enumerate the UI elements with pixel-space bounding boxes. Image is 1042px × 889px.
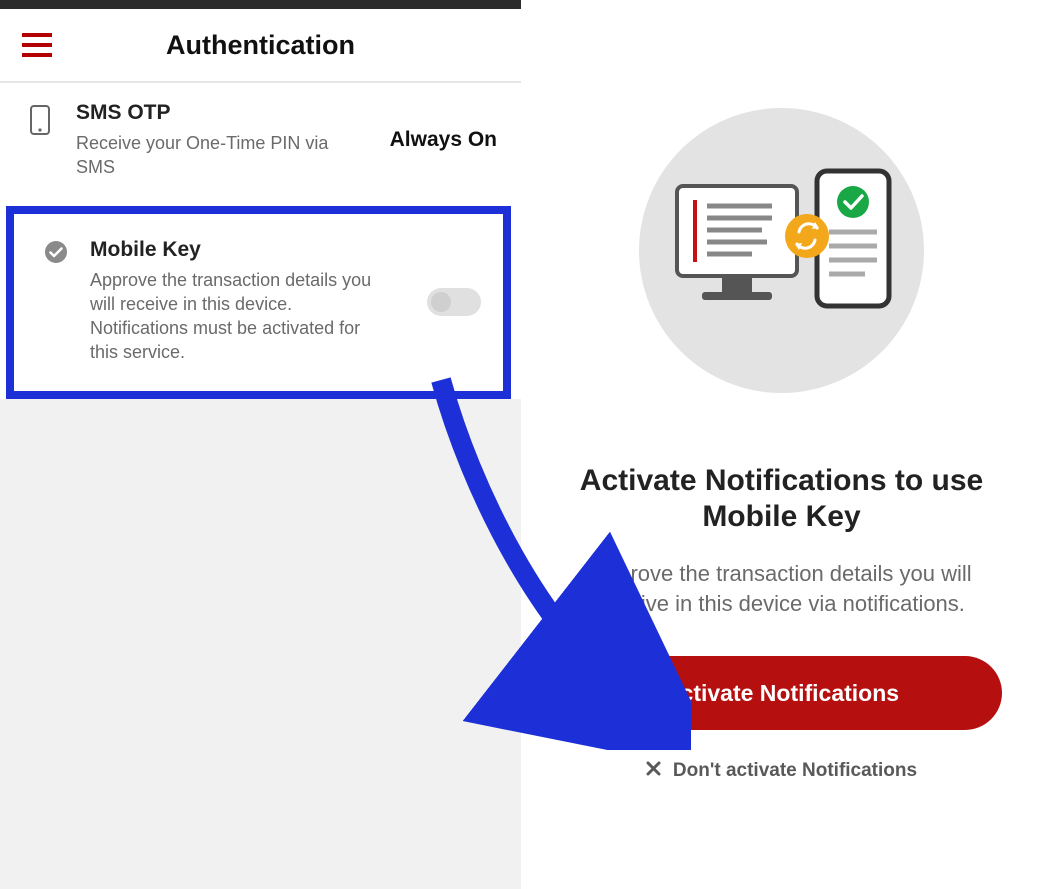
header: Authentication <box>0 9 521 81</box>
mobile-key-toggle[interactable] <box>427 288 481 316</box>
status-bar <box>0 0 521 9</box>
sms-otp-option[interactable]: SMS OTP Receive your One-Time PIN via SM… <box>0 83 521 198</box>
sms-otp-title: SMS OTP <box>76 101 501 125</box>
sms-otp-status: Always On <box>390 128 497 152</box>
activate-notifications-button[interactable]: Activate Notifications <box>562 656 1002 730</box>
devices-sync-icon <box>667 166 897 336</box>
dont-activate-label: Don't activate Notifications <box>673 760 917 782</box>
mobile-key-highlight: Mobile Key Approve the transaction detai… <box>6 206 511 399</box>
activate-notifications-screen: Activate Notifications to use Mobile Key… <box>521 0 1042 889</box>
empty-area <box>0 399 521 889</box>
sms-otp-desc: Receive your One-Time PIN via SMS <box>76 131 356 180</box>
phone-icon <box>30 105 50 140</box>
close-icon <box>646 760 661 782</box>
activate-title: Activate Notifications to use Mobile Key <box>521 463 1042 535</box>
mobile-key-title: Mobile Key <box>90 238 483 262</box>
menu-icon[interactable] <box>22 33 52 57</box>
illustration <box>639 108 924 393</box>
mobile-key-option[interactable]: Mobile Key Approve the transaction detai… <box>14 214 503 391</box>
activate-desc: Approve the transaction details you will… <box>521 559 1042 618</box>
dont-activate-link[interactable]: Don't activate Notifications <box>646 760 917 782</box>
authentication-settings-screen: Authentication SMS OTP Receive your One-… <box>0 0 521 889</box>
page-title: Authentication <box>0 30 521 61</box>
check-circle-icon <box>44 240 68 269</box>
mobile-key-desc: Approve the transaction details you will… <box>90 268 390 365</box>
